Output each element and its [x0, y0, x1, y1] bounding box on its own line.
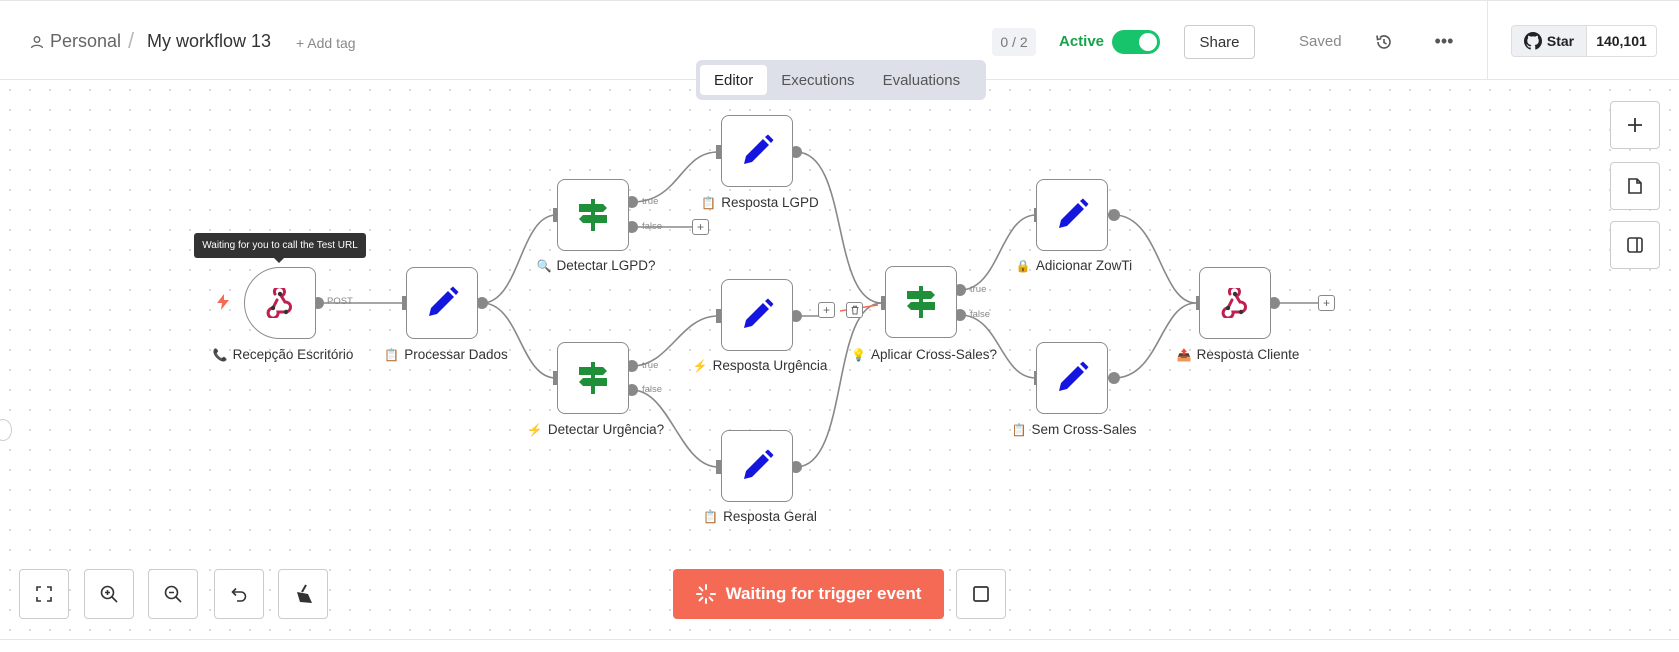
trigger-lightning-icon [217, 294, 229, 310]
node-detectar-urgencia[interactable] [557, 342, 629, 414]
node-label-text: Sem Cross-Sales [1031, 422, 1137, 437]
trash-icon [851, 305, 858, 315]
node-label: 📋 Sem Cross-Sales [1012, 422, 1137, 437]
lightning-icon: ⚡ [527, 422, 543, 437]
output-port [1108, 372, 1120, 384]
connection [959, 214, 1037, 291]
port-label-true: true [970, 284, 987, 295]
clipboard-icon: 📋 [384, 347, 400, 362]
undo-button[interactable] [214, 569, 264, 619]
node-resposta-cliente[interactable] [1199, 267, 1271, 339]
node-resposta-geral[interactable] [721, 430, 793, 502]
port-label-false: false [970, 309, 991, 320]
node-recepcao-escritorio[interactable] [244, 267, 316, 339]
pencil-icon [1059, 198, 1089, 228]
add-node-on-connection-button[interactable]: + [818, 302, 835, 318]
output-port [1108, 209, 1120, 221]
connection [1113, 302, 1197, 379]
node-label: 💡 Aplicar Cross-Sales? [851, 347, 997, 362]
signpost-icon [579, 362, 607, 394]
port-label-true: true [642, 360, 659, 371]
magnifier-icon: 🔍 [536, 258, 552, 273]
waiting-trigger-button[interactable]: Waiting for trigger event [673, 569, 944, 619]
tidy-up-button[interactable] [278, 569, 328, 619]
sticky-note-icon [1628, 178, 1642, 194]
node-label-text: Aplicar Cross-Sales? [870, 347, 997, 362]
broom-icon [297, 584, 312, 603]
connection [795, 151, 883, 304]
node-label: 📤 Resposta Cliente [1177, 347, 1300, 362]
add-node-false-branch-button[interactable]: + [692, 219, 709, 235]
panel-icon [1627, 237, 1643, 253]
add-node-end-button[interactable]: + [1318, 295, 1335, 311]
waiting-trigger-label: Waiting for trigger event [725, 584, 922, 603]
stop-execution-button[interactable] [956, 569, 1006, 619]
node-processar-dados[interactable] [406, 267, 478, 339]
fit-view-button[interactable] [19, 569, 69, 619]
node-label-text: Resposta Geral [723, 509, 817, 524]
outbox-icon: 📤 [1176, 347, 1192, 362]
node-label-text: Resposta LGPD [721, 195, 819, 210]
delete-connection-button[interactable] [846, 302, 863, 318]
pencil-icon [1059, 361, 1089, 391]
node-label-text: Processar Dados [404, 347, 508, 362]
signpost-icon [907, 286, 935, 318]
signpost-icon [579, 199, 607, 231]
node-label-text: Resposta Urgência [712, 358, 828, 373]
stop-icon [973, 586, 989, 602]
zoom-in-button[interactable] [84, 569, 134, 619]
node-label: 🔍 Detectar LGPD? [537, 258, 656, 273]
node-label: ⚡ Resposta Urgência [693, 358, 828, 373]
node-label: 🔒 Adicionar ZowTi [1016, 258, 1132, 273]
node-adicionar-zowti[interactable] [1036, 179, 1108, 251]
zoom-out-icon [164, 585, 182, 603]
webhook-icon [1221, 288, 1248, 318]
lock-icon: 🔒 [1015, 258, 1031, 273]
node-label: 📋 Resposta LGPD [701, 195, 819, 210]
zoom-out-button[interactable] [148, 569, 198, 619]
clipboard-icon: 📋 [703, 509, 719, 524]
node-resposta-lgpd[interactable] [721, 115, 793, 187]
node-label-text: Adicionar ZowTi [1035, 258, 1133, 273]
node-resposta-urgencia[interactable] [721, 279, 793, 351]
node-label: 📋 Processar Dados [384, 347, 508, 362]
pencil-icon [744, 449, 774, 479]
spinner-icon [695, 584, 716, 604]
port-label-post: POST [327, 296, 353, 307]
node-label: 📋 Resposta Geral [703, 509, 817, 524]
connection [795, 302, 883, 468]
clipboard-icon: 📋 [1011, 422, 1027, 437]
webhook-icon [266, 288, 293, 318]
node-label-text: Detectar LGPD? [556, 258, 656, 273]
clipboard-icon: 📋 [701, 195, 717, 210]
port-label-false: false [642, 221, 663, 232]
node-label-text: Detectar Urgência? [547, 422, 665, 437]
node-label: 📞 Recepção Escritório [213, 347, 354, 362]
node-aplicar-cross-sales[interactable] [885, 266, 957, 338]
add-node-button[interactable] [1610, 101, 1660, 149]
zoom-in-icon [100, 585, 118, 603]
test-url-tooltip: Waiting for you to call the Test URL [194, 233, 366, 263]
toggle-panel-button[interactable] [1610, 221, 1660, 269]
plus-icon [1628, 118, 1642, 132]
pencil-icon [744, 134, 774, 164]
lightning-icon: ⚡ [692, 358, 708, 373]
undo-icon [231, 587, 247, 602]
node-label: ⚡ Detectar Urgência? [528, 422, 664, 437]
add-sticky-note-button[interactable] [1610, 162, 1660, 210]
pencil-icon [429, 286, 459, 316]
node-detectar-lgpd[interactable] [557, 179, 629, 251]
node-label-text: Recepção Escritório [232, 347, 354, 362]
node-label-text: Resposta Cliente [1196, 347, 1300, 362]
port-label-true: true [642, 196, 659, 207]
port-label-false: false [642, 384, 663, 395]
pencil-icon [744, 298, 774, 328]
connection [481, 302, 557, 379]
lightbulb-icon: 💡 [851, 347, 866, 362]
phone-icon: 📞 [212, 347, 228, 362]
fullscreen-icon [36, 586, 52, 602]
node-sem-cross-sales[interactable] [1036, 342, 1108, 414]
